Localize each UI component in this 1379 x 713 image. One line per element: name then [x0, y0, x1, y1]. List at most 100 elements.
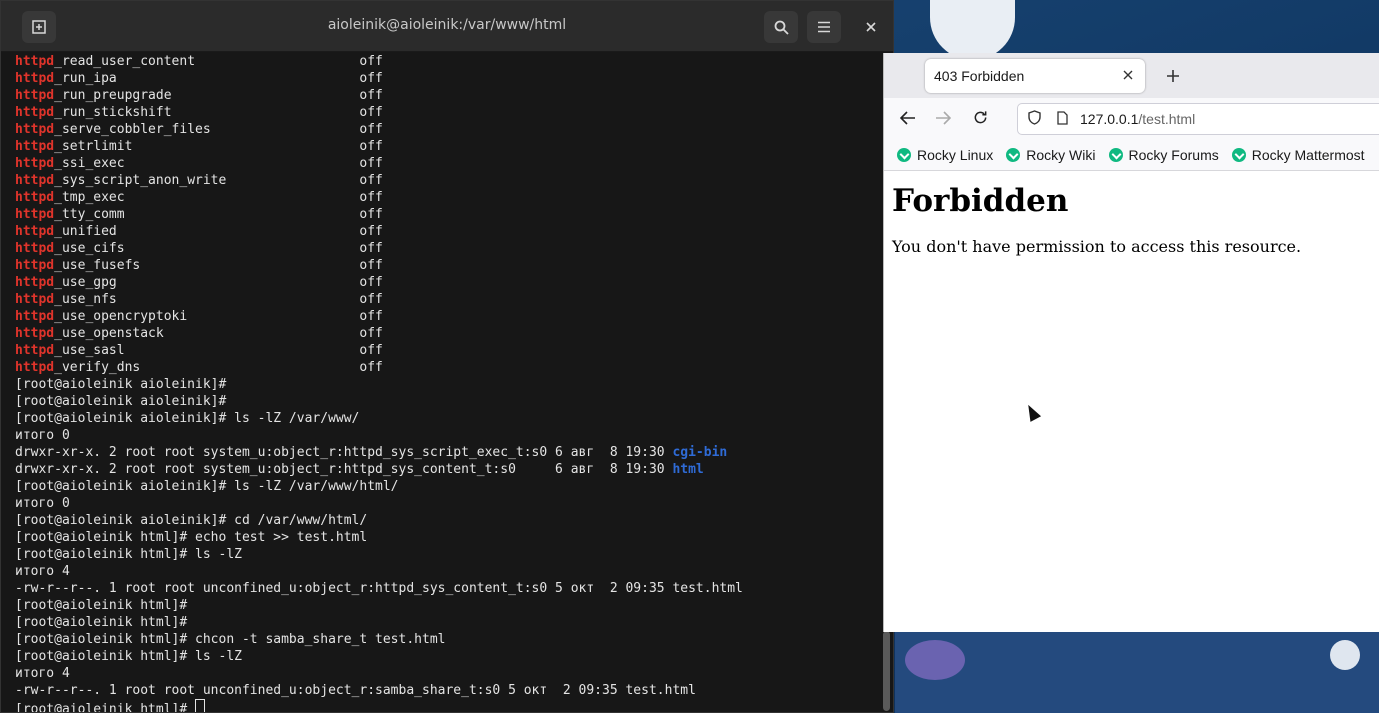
terminal-line: итого 4	[15, 563, 877, 580]
terminal-line-text: -rw-r--r--. 1 root root unconfined_u:obj…	[15, 581, 743, 596]
selinux-boolean-row: httpd_use_fusefs off	[15, 257, 877, 274]
boolean-name: _verify_dns	[54, 360, 141, 375]
new-tab-button[interactable]	[1160, 63, 1186, 89]
browser-window[interactable]: 403 Forbidden 127.0.0.1/test.html Rocky …	[883, 53, 1379, 632]
plus-icon	[1167, 70, 1179, 82]
rocky-logo-icon	[1006, 148, 1021, 162]
terminal-line-text: -rw-r--r--. 1 root root unconfined_u:obj…	[15, 683, 696, 698]
url-bar[interactable]: 127.0.0.1/test.html	[1017, 103, 1379, 135]
wallpaper-shape	[1330, 640, 1360, 670]
selinux-boolean-row: httpd_verify_dns off	[15, 359, 877, 376]
boolean-name: _use_opencryptoki	[54, 309, 188, 324]
page-content: Forbidden You don't have permission to a…	[884, 171, 1379, 264]
forward-button[interactable]	[931, 108, 955, 132]
selinux-boolean-row: httpd_use_gpg off	[15, 274, 877, 291]
rocky-logo-icon	[1231, 148, 1246, 162]
boolean-state: off	[359, 190, 383, 205]
terminal-line: [root@aioleinik html]#	[15, 597, 877, 614]
boolean-prefix: httpd	[15, 360, 55, 375]
selinux-boolean-row: httpd_setrlimit off	[15, 138, 877, 155]
terminal-line: итого 4	[15, 665, 877, 682]
tab-strip: 403 Forbidden	[884, 53, 1379, 98]
boolean-name: _read_user_content	[54, 54, 196, 69]
menu-button[interactable]	[807, 11, 841, 43]
close-window-button[interactable]	[854, 11, 888, 43]
terminal-line-text: [root@aioleinik aioleinik]# ls -lZ /var/…	[15, 479, 399, 494]
search-icon	[774, 20, 789, 35]
boolean-state: off	[359, 71, 383, 86]
directory-name: cgi-bin	[672, 445, 728, 460]
terminal-output[interactable]: httpd_read_user_content off httpd_run_ipa…	[15, 53, 877, 712]
terminal-line-text: [root@aioleinik html]# ls -lZ	[15, 547, 242, 562]
boolean-name: _tty_comm	[54, 207, 125, 222]
boolean-state: off	[359, 309, 383, 324]
boolean-prefix: httpd	[15, 275, 55, 290]
boolean-name: _run_ipa	[54, 71, 117, 86]
terminal-line: итого 0	[15, 427, 877, 444]
url-host: 127.0.0.1	[1080, 111, 1139, 127]
terminal-scrollbar[interactable]	[883, 631, 890, 711]
terminal-title: aioleinik@aioleinik:/var/www/html	[327, 17, 567, 33]
boolean-name: _use_cifs	[54, 241, 125, 256]
boolean-prefix: httpd	[15, 309, 55, 324]
boolean-state: off	[359, 224, 383, 239]
boolean-prefix: httpd	[15, 139, 55, 154]
bookmark-item[interactable]: Rocky Linux	[897, 147, 993, 163]
close-icon	[1123, 70, 1133, 80]
boolean-state: off	[359, 360, 383, 375]
close-tab-button[interactable]	[1120, 68, 1136, 84]
boolean-name: _run_stickshift	[54, 105, 172, 120]
terminal-line-text: [root@aioleinik aioleinik]#	[15, 394, 227, 409]
selinux-boolean-row: httpd_use_opencryptoki off	[15, 308, 877, 325]
terminal-line-text: [root@aioleinik aioleinik]# ls -lZ /var/…	[15, 411, 360, 426]
selinux-boolean-row: httpd_use_cifs off	[15, 240, 877, 257]
boolean-prefix: httpd	[15, 326, 55, 341]
boolean-name: _use_gpg	[54, 275, 117, 290]
bookmarks-toolbar: Rocky Linux Rocky Wiki Rocky Forums Rocky M…	[884, 140, 1379, 171]
selinux-boolean-row: httpd_tty_comm off	[15, 206, 877, 223]
bookmark-item[interactable]: Rocky Mattermost	[1231, 147, 1365, 163]
close-icon	[866, 22, 876, 32]
selinux-boolean-row: httpd_run_preupgrade off	[15, 87, 877, 104]
terminal-line: [root@aioleinik aioleinik]# ls -lZ /var/…	[15, 410, 877, 427]
search-button[interactable]	[764, 11, 798, 43]
bookmark-item[interactable]: Rocky Forums	[1108, 147, 1219, 163]
boolean-name: _use_fusefs	[54, 258, 141, 273]
hamburger-menu-icon	[818, 21, 830, 33]
selinux-boolean-row: httpd_read_user_content off	[15, 53, 877, 70]
selinux-boolean-row: httpd_use_openstack off	[15, 325, 877, 342]
boolean-name: _use_nfs	[54, 292, 117, 307]
terminal-cursor	[195, 699, 206, 712]
terminal-line: [root@aioleinik html]# echo test >> test…	[15, 529, 877, 546]
terminal-line-text: [root@aioleinik html]#	[15, 598, 188, 613]
boolean-state: off	[359, 122, 383, 137]
boolean-prefix: httpd	[15, 343, 55, 358]
boolean-state: off	[359, 343, 383, 358]
boolean-state: off	[359, 88, 383, 103]
selinux-boolean-row: httpd_run_stickshift off	[15, 104, 877, 121]
boolean-prefix: httpd	[15, 241, 55, 256]
selinux-boolean-row: httpd_unified off	[15, 223, 877, 240]
terminal-titlebar[interactable]: aioleinik@aioleinik:/var/www/html	[1, 1, 893, 52]
boolean-state: off	[359, 275, 383, 290]
page-icon[interactable]	[1050, 110, 1074, 128]
url-path: /test.html	[1138, 111, 1196, 127]
reload-button[interactable]	[968, 108, 992, 132]
boolean-prefix: httpd	[15, 258, 55, 273]
bookmark-item[interactable]: Rocky Wiki	[1006, 147, 1096, 163]
tab-forbidden[interactable]: 403 Forbidden	[925, 59, 1145, 93]
terminal-line: [root@aioleinik html]# ls -lZ	[15, 648, 877, 665]
tracking-shield-icon[interactable]	[1022, 110, 1046, 128]
terminal-line: [root@aioleinik html]#	[15, 699, 877, 712]
terminal-window[interactable]: aioleinik@aioleinik:/var/www/html httpd_…	[0, 0, 894, 713]
boolean-state: off	[359, 173, 383, 188]
terminal-line-text: [root@aioleinik html]# echo test >> test…	[15, 530, 368, 545]
back-button[interactable]	[896, 108, 920, 132]
boolean-prefix: httpd	[15, 54, 55, 69]
terminal-line-text: drwxr-xr-x. 2 root root system_u:object_…	[15, 445, 673, 460]
terminal-line-text: [root@aioleinik aioleinik]# cd /var/www/…	[15, 513, 368, 528]
boolean-state: off	[359, 292, 383, 307]
terminal-line: [root@aioleinik aioleinik]# cd /var/www/…	[15, 512, 877, 529]
boolean-state: off	[359, 139, 383, 154]
boolean-state: off	[359, 207, 383, 222]
